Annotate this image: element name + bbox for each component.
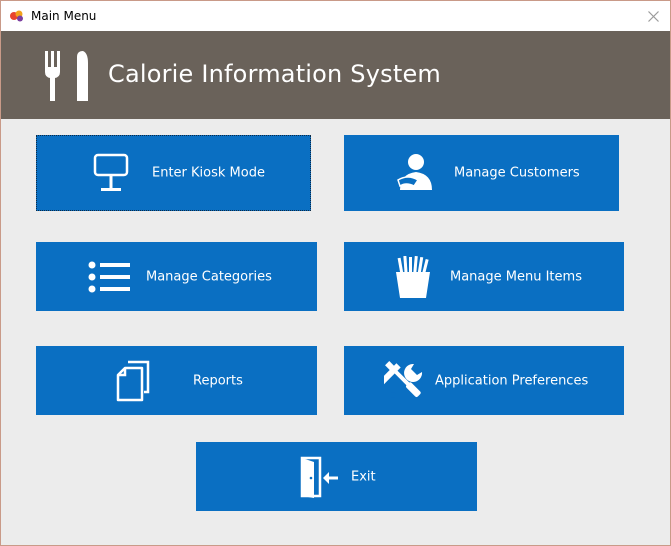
enter-kiosk-mode-label: Enter Kiosk Mode [152,165,265,181]
close-button[interactable] [636,1,670,31]
kiosk-sign-icon [93,153,129,191]
application-preferences-button[interactable]: Application Preferences [344,346,624,415]
app-title: Calorie Information System [108,60,441,88]
exit-button[interactable]: Exit [196,442,477,511]
exit-label: Exit [351,469,376,484]
documents-icon [116,360,150,402]
fork-knife-icon [45,51,88,101]
reports-button[interactable]: Reports [36,346,317,415]
list-icon [88,261,130,293]
close-icon [647,10,659,22]
exit-door-icon [300,456,338,498]
app-header: Calorie Information System [1,31,670,119]
manage-menu-items-button[interactable]: Manage Menu Items [344,242,624,311]
fries-icon [396,256,430,298]
customer-icon [397,154,432,190]
manage-customers-button[interactable]: Manage Customers [344,135,619,211]
manage-menu-items-label: Manage Menu Items [450,269,582,284]
manage-customers-label: Manage Customers [454,165,580,181]
window-title: Main Menu [31,9,97,23]
title-bar[interactable]: Main Menu [1,1,670,31]
main-menu-window: Main Menu Calorie Information System Ent… [0,0,671,546]
manage-categories-label: Manage Categories [146,269,272,284]
app-icon [10,10,23,22]
manage-categories-button[interactable]: Manage Categories [36,242,317,311]
reports-label: Reports [193,373,243,388]
application-preferences-label: Application Preferences [435,373,589,388]
enter-kiosk-mode-button[interactable]: Enter Kiosk Mode [36,135,311,211]
tools-icon [384,361,423,398]
